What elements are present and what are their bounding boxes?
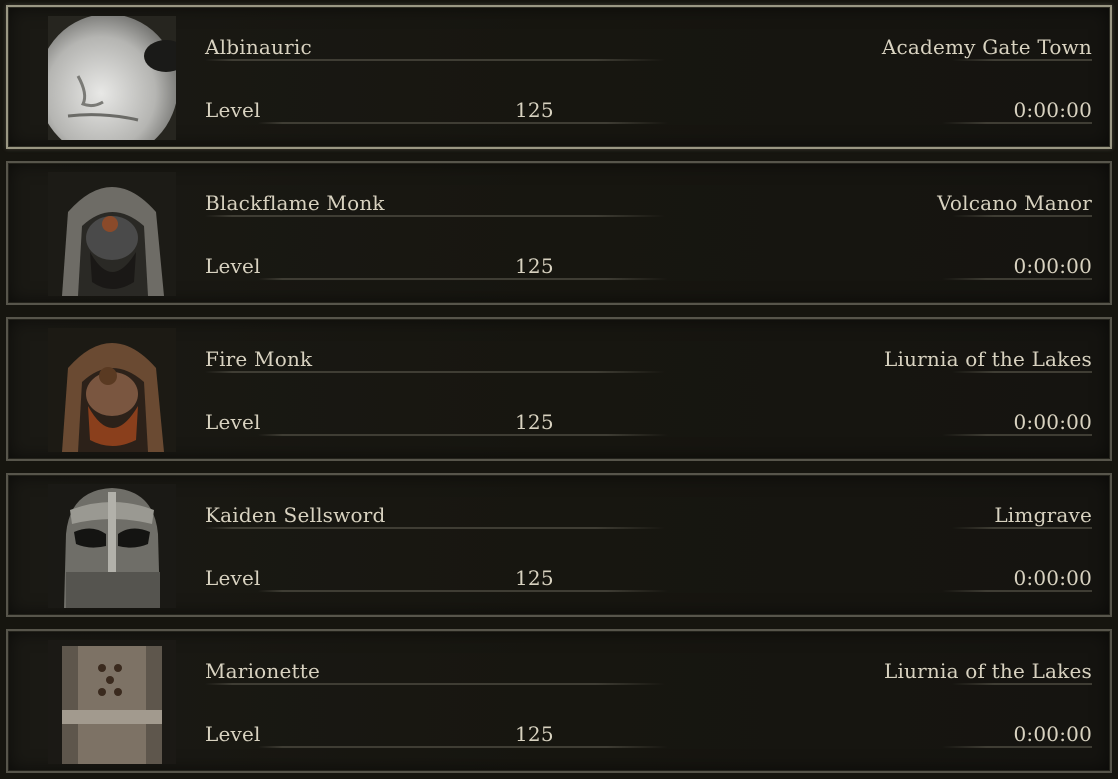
divider	[258, 278, 668, 280]
character-name: Blackflame Monk	[205, 191, 385, 215]
playtime: 0:00:00	[1013, 410, 1092, 434]
location-label: Academy Gate Town	[881, 35, 1092, 59]
level-value: 125	[515, 410, 554, 434]
divider	[942, 122, 1092, 124]
divider	[952, 371, 1092, 373]
character-slot[interactable]: Blackflame Monk Volcano Manor Level 125 …	[6, 161, 1112, 305]
divider	[942, 746, 1092, 748]
playtime: 0:00:00	[1013, 254, 1092, 278]
divider	[952, 59, 1092, 61]
character-name: Albinauric	[205, 35, 312, 59]
character-slot[interactable]: Marionette Liurnia of the Lakes Level 12…	[6, 629, 1112, 773]
level-label: Level	[205, 254, 261, 278]
location-label: Limgrave	[994, 503, 1092, 527]
level-value: 125	[515, 98, 554, 122]
character-slot[interactable]: Kaiden Sellsword Limgrave Level 125 0:00…	[6, 473, 1112, 617]
playtime: 0:00:00	[1013, 722, 1092, 746]
character-name: Marionette	[205, 659, 321, 683]
location-label: Liurnia of the Lakes	[883, 659, 1092, 683]
divider	[942, 434, 1092, 436]
divider	[205, 215, 665, 217]
divider	[942, 590, 1092, 592]
divider	[942, 278, 1092, 280]
divider	[258, 122, 668, 124]
divider	[952, 215, 1092, 217]
hooded-monk-icon	[48, 172, 176, 296]
knight-helm-icon	[48, 484, 176, 608]
playtime: 0:00:00	[1013, 98, 1092, 122]
location-label: Volcano Manor	[937, 191, 1092, 215]
divider	[205, 371, 665, 373]
level-value: 125	[515, 254, 554, 278]
fire-monk-icon	[48, 328, 176, 452]
level-label: Level	[205, 566, 261, 590]
level-value: 125	[515, 566, 554, 590]
iron-mask-icon	[48, 640, 176, 764]
divider	[205, 527, 665, 529]
divider	[205, 683, 665, 685]
location-label: Liurnia of the Lakes	[883, 347, 1092, 371]
character-name: Fire Monk	[205, 347, 313, 371]
character-slot[interactable]: Fire Monk Liurnia of the Lakes Level 125…	[6, 317, 1112, 461]
divider	[952, 527, 1092, 529]
level-label: Level	[205, 410, 261, 434]
character-slot-list: Albinauric Academy Gate Town Level 125 0…	[0, 0, 1118, 779]
level-value: 125	[515, 722, 554, 746]
level-label: Level	[205, 98, 261, 122]
divider	[205, 59, 665, 61]
divider	[258, 746, 668, 748]
level-label: Level	[205, 722, 261, 746]
divider	[952, 683, 1092, 685]
character-name: Kaiden Sellsword	[205, 503, 386, 527]
character-slot[interactable]: Albinauric Academy Gate Town Level 125 0…	[6, 5, 1112, 149]
divider	[258, 434, 668, 436]
albinauric-face-icon	[48, 16, 176, 140]
playtime: 0:00:00	[1013, 566, 1092, 590]
divider	[258, 590, 668, 592]
